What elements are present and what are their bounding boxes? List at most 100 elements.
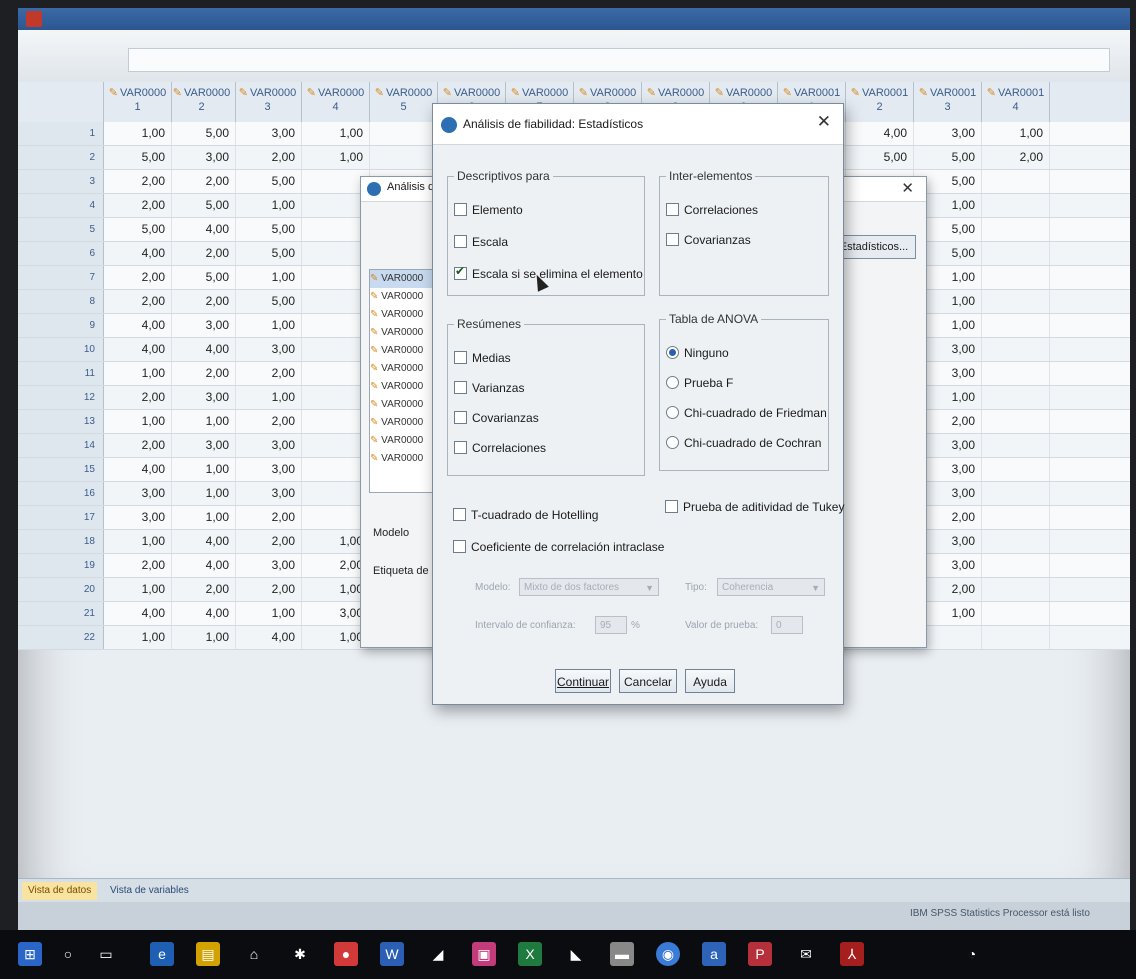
data-cell[interactable]: 3,00 — [168, 146, 236, 169]
powerpoint-icon[interactable]: P — [748, 942, 772, 966]
data-cell[interactable]: 3,00 — [104, 506, 172, 529]
data-cell[interactable]: 2,00 — [234, 410, 302, 433]
data-cell[interactable]: 1,00 — [168, 506, 236, 529]
statistics-button[interactable]: Estadísticos... — [832, 235, 916, 259]
variable-list-item[interactable]: ✎ VAR0000 — [370, 342, 440, 360]
app-icon-3[interactable]: ▣ — [472, 942, 496, 966]
data-cell[interactable]: 1,00 — [104, 410, 172, 433]
data-cell[interactable]: 2,00 — [168, 290, 236, 313]
variable-list-item[interactable]: ✎ VAR0000 — [370, 324, 440, 342]
row-number[interactable]: 19 — [18, 554, 104, 577]
data-cell[interactable]: 3,00 — [234, 554, 302, 577]
data-cell[interactable] — [982, 578, 1050, 601]
data-cell[interactable]: 2,00 — [104, 194, 172, 217]
data-cell[interactable] — [982, 266, 1050, 289]
data-cell[interactable]: 2,00 — [234, 506, 302, 529]
data-cell[interactable]: 2,00 — [168, 362, 236, 385]
app-icon[interactable]: ✱ — [288, 942, 312, 966]
variable-list-item[interactable]: ✎ VAR0000 — [370, 360, 440, 378]
network-icon[interactable]: ◔ — [960, 942, 984, 966]
close-icon[interactable]: ✕ — [817, 112, 831, 132]
row-number[interactable]: 15 — [18, 458, 104, 481]
data-cell[interactable]: 2,00 — [104, 386, 172, 409]
data-cell[interactable] — [982, 434, 1050, 457]
data-cell[interactable]: 5,00 — [234, 290, 302, 313]
data-cell[interactable]: 1,00 — [104, 122, 172, 145]
help-button[interactable]: Ayuda — [685, 669, 735, 693]
tukey-checkbox[interactable]: Prueba de aditividad de Tukey — [665, 500, 844, 514]
data-cell[interactable] — [982, 314, 1050, 337]
inter-correlations-checkbox[interactable]: Correlaciones — [666, 203, 758, 217]
data-cell[interactable]: 2,00 — [104, 554, 172, 577]
data-cell[interactable]: 2,00 — [234, 146, 302, 169]
edge-icon[interactable]: e — [150, 942, 174, 966]
search-icon[interactable]: ○ — [56, 942, 80, 966]
row-number[interactable]: 18 — [18, 530, 104, 553]
data-cell[interactable]: 5,00 — [168, 266, 236, 289]
ci-field[interactable]: 95 — [595, 616, 627, 634]
data-cell[interactable]: 5,00 — [846, 146, 914, 169]
data-cell[interactable]: 4,00 — [168, 530, 236, 553]
data-cell[interactable]: 1,00 — [234, 386, 302, 409]
data-cell[interactable] — [982, 506, 1050, 529]
row-number[interactable]: 7 — [18, 266, 104, 289]
word-icon[interactable]: W — [380, 942, 404, 966]
icc-checkbox[interactable]: Coeficiente de correlación intraclase — [453, 540, 664, 554]
scale-if-deleted-checkbox[interactable]: Escala si se elimina el elemento — [454, 264, 643, 281]
app-icon-5[interactable]: ▬ — [610, 942, 634, 966]
variable-list-item[interactable]: ✎ VAR0000 — [370, 270, 440, 288]
means-checkbox[interactable]: Medias — [454, 351, 511, 365]
row-number[interactable]: 22 — [18, 626, 104, 649]
data-cell[interactable] — [982, 602, 1050, 625]
row-number[interactable]: 12 — [18, 386, 104, 409]
item-checkbox[interactable]: Elemento — [454, 203, 523, 217]
data-cell[interactable]: 2,00 — [104, 434, 172, 457]
data-cell[interactable]: 4,00 — [168, 218, 236, 241]
data-cell[interactable]: 1,00 — [168, 458, 236, 481]
data-cell[interactable]: 1,00 — [302, 146, 370, 169]
data-cell[interactable]: 5,00 — [234, 170, 302, 193]
anova-none-radio[interactable]: Ninguno — [666, 346, 729, 360]
task-view-icon[interactable]: ▭ — [94, 942, 118, 966]
cancel-button[interactable]: Cancelar — [619, 669, 677, 693]
data-cell[interactable]: 1,00 — [104, 578, 172, 601]
data-cell[interactable]: 3,00 — [234, 122, 302, 145]
row-number[interactable]: 3 — [18, 170, 104, 193]
data-cell[interactable] — [982, 218, 1050, 241]
scale-checkbox[interactable]: Escala — [454, 235, 508, 249]
column-header[interactable]: ✎ VAR0000 4 — [302, 82, 370, 122]
data-cell[interactable]: 1,00 — [234, 314, 302, 337]
data-cell[interactable]: 2,00 — [234, 530, 302, 553]
data-cell[interactable]: 1,00 — [302, 122, 370, 145]
row-number[interactable]: 13 — [18, 410, 104, 433]
app-icon-4[interactable]: ◣ — [564, 942, 588, 966]
data-cell[interactable]: 1,00 — [104, 362, 172, 385]
file-explorer-icon[interactable]: ▤ — [196, 942, 220, 966]
variable-list-item[interactable]: ✎ VAR0000 — [370, 378, 440, 396]
data-cell[interactable]: 2,00 — [168, 170, 236, 193]
data-cell[interactable]: 2,00 — [168, 578, 236, 601]
column-header[interactable]: ✎ VAR0001 2 — [846, 82, 914, 122]
data-cell[interactable] — [982, 386, 1050, 409]
close-icon[interactable]: ✕ — [901, 179, 914, 197]
column-header[interactable]: ✎ VAR0001 4 — [982, 82, 1050, 122]
data-cell[interactable]: 4,00 — [104, 242, 172, 265]
test-value-field[interactable]: 0 — [771, 616, 803, 634]
row-number[interactable]: 20 — [18, 578, 104, 601]
row-number[interactable]: 11 — [18, 362, 104, 385]
variable-list-item[interactable]: ✎ VAR0000 — [370, 306, 440, 324]
data-cell[interactable]: 2,00 — [982, 146, 1050, 169]
data-cell[interactable]: 3,00 — [234, 458, 302, 481]
data-cell[interactable] — [370, 146, 438, 169]
data-cell[interactable]: 1,00 — [168, 482, 236, 505]
data-cell[interactable]: 3,00 — [234, 338, 302, 361]
data-cell[interactable]: 3,00 — [914, 122, 982, 145]
row-number[interactable]: 14 — [18, 434, 104, 457]
data-cell[interactable]: 5,00 — [168, 122, 236, 145]
data-cell[interactable]: 4,00 — [104, 338, 172, 361]
icc-type-select[interactable]: Coherencia ▼ — [717, 578, 825, 596]
data-cell[interactable]: 3,00 — [234, 482, 302, 505]
data-cell[interactable] — [982, 530, 1050, 553]
row-number[interactable]: 6 — [18, 242, 104, 265]
data-cell[interactable]: 3,00 — [168, 386, 236, 409]
